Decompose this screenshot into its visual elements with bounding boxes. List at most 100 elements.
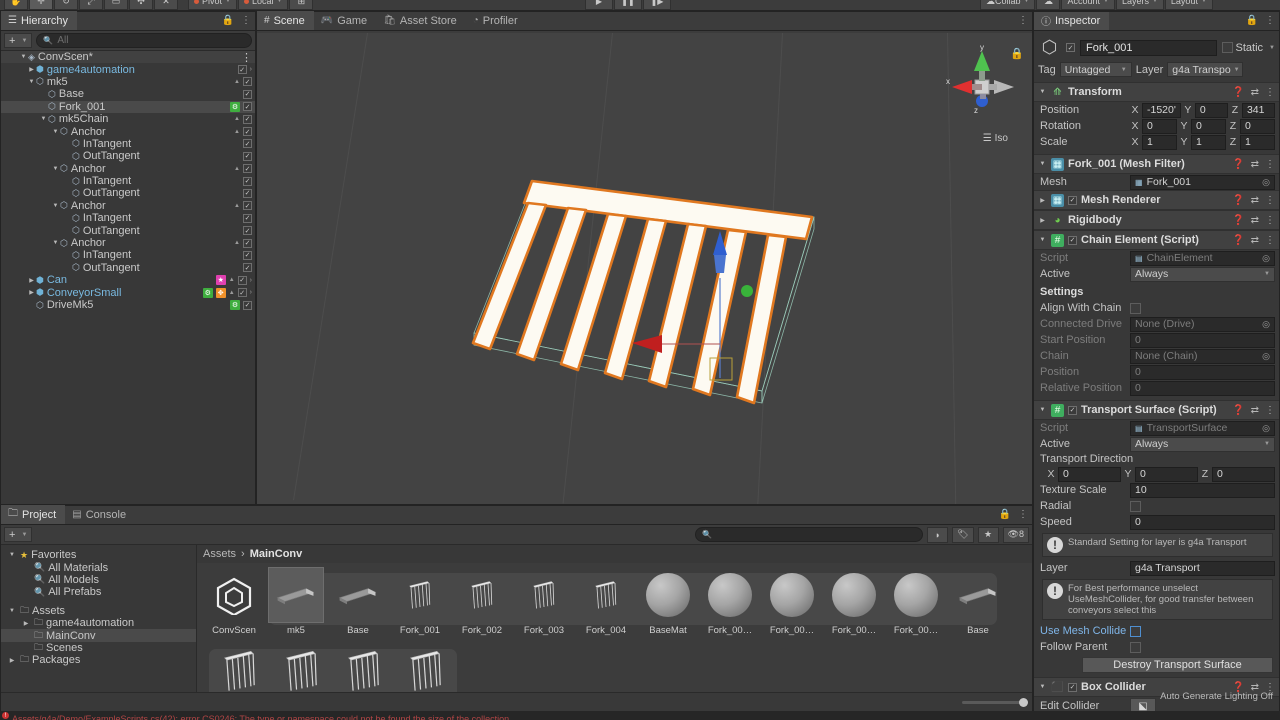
hierarchy-item-anchor[interactable]: ▼ ⬡ Anchor ▲ ✓ bbox=[1, 200, 255, 212]
chevron-right-icon[interactable]: ▶ bbox=[1038, 197, 1047, 204]
hierarchy-item-mk5[interactable]: ▼ ⬡ mk5 ▲ ✓ bbox=[1, 76, 255, 88]
component-header-chain-element[interactable]: ▼ # ✓ Chain Element (Script) ❓ ⇄ ⋮ bbox=[1034, 230, 1279, 250]
asset-thumbnail[interactable] bbox=[640, 567, 696, 623]
project-search-input[interactable]: 🔍 bbox=[695, 527, 924, 542]
chevron-down-icon[interactable]: ▼ bbox=[51, 240, 60, 246]
chain-active-dropdown[interactable]: Always ▼ bbox=[1130, 266, 1275, 282]
hierarchy-item-mk5chain[interactable]: ▼ ⬡ mk5Chain ▲ ✓ bbox=[1, 113, 255, 125]
cloud-button[interactable]: ☁ bbox=[1036, 0, 1061, 10]
asset-thumbnail[interactable] bbox=[950, 567, 1006, 623]
tab-project[interactable]: 🗀 Project bbox=[1, 505, 66, 524]
position-y-input[interactable]: 0 bbox=[1194, 102, 1228, 118]
scale-x-input[interactable]: 1 bbox=[1142, 134, 1177, 150]
breadcrumb-item-mainconv[interactable]: MainConv bbox=[250, 548, 303, 560]
hierarchy-item-active-checkbox[interactable]: ✓ bbox=[243, 89, 252, 99]
lock-icon[interactable]: 🔒 bbox=[999, 509, 1011, 520]
hierarchy-badge-green[interactable]: ⚙ bbox=[230, 300, 240, 310]
asset-item-base[interactable]: Base bbox=[947, 567, 1009, 636]
hierarchy-item-active-checkbox[interactable]: ✓ bbox=[243, 139, 252, 149]
create-asset-button[interactable]: + ▼ bbox=[4, 527, 33, 542]
menu-icon[interactable]: ⋮ bbox=[1265, 405, 1275, 416]
direction-x-input[interactable]: 0 bbox=[1058, 466, 1121, 482]
hierarchy-item-active-checkbox[interactable]: ✓ bbox=[243, 226, 252, 236]
hierarchy-item-fork-001[interactable]: ⬡ Fork_001 ⚙ ✓ bbox=[1, 100, 255, 113]
tab-hierarchy[interactable]: ☰ Hierarchy bbox=[1, 11, 78, 30]
play-button[interactable]: ▶ bbox=[585, 0, 613, 10]
speed-input[interactable]: 0 bbox=[1130, 514, 1275, 530]
hierarchy-tree[interactable]: ▼ ◈ ConvScen* ⋮ ▶ ⬢ game4automation ✓ › ▼ ⬡ mk5… bbox=[1, 51, 255, 523]
texture-scale-input[interactable]: 10 bbox=[1130, 482, 1275, 498]
transport-surface-enabled-checkbox[interactable]: ✓ bbox=[1068, 405, 1077, 415]
prefab-open-arrow-icon[interactable]: › bbox=[250, 277, 252, 284]
preset-icon[interactable]: ⇄ bbox=[1251, 215, 1259, 226]
component-header-mesh-renderer[interactable]: ▶ ▦ ✓ Mesh Renderer ❓ ⇄ ⋮ bbox=[1034, 190, 1279, 210]
scene-lock-icon[interactable]: 🔒 bbox=[1010, 47, 1024, 60]
filter-by-label-button[interactable]: 🏷 bbox=[952, 526, 974, 543]
position-x-input[interactable]: -1520' bbox=[1142, 102, 1181, 118]
preset-icon[interactable]: ⇄ bbox=[1251, 87, 1259, 98]
chevron-down-icon[interactable]: ▼ bbox=[51, 129, 60, 135]
preset-icon[interactable]: ⇄ bbox=[1251, 195, 1259, 206]
help-icon[interactable]: ❓ bbox=[1232, 195, 1244, 206]
pause-button[interactable]: ❚❚ bbox=[614, 0, 642, 10]
tree-fav-all-models[interactable]: 🔍 All Models bbox=[1, 574, 196, 586]
asset-item-fork-004[interactable]: Fork_004 bbox=[575, 567, 637, 636]
tree-favorites[interactable]: ▼ ★ Favorites bbox=[1, 549, 196, 561]
hierarchy-item-active-checkbox[interactable]: ✓ bbox=[243, 213, 252, 223]
asset-item-mk5[interactable]: mk5 bbox=[265, 567, 327, 636]
hierarchy-item-active-checkbox[interactable]: ✓ bbox=[243, 151, 252, 161]
scale-z-input[interactable]: 1 bbox=[1240, 134, 1275, 150]
scene-menu-icon[interactable]: ⋮ bbox=[241, 51, 252, 64]
asset-thumbnail[interactable] bbox=[398, 643, 454, 699]
use-mesh-collider-checkbox[interactable] bbox=[1130, 625, 1141, 637]
help-icon[interactable]: ❓ bbox=[1232, 87, 1244, 98]
custom-tool-button[interactable]: ✕ bbox=[154, 0, 178, 10]
hierarchy-item-anchor[interactable]: ▼ ⬡ Anchor ▲ ✓ bbox=[1, 125, 255, 138]
chevron-right-icon[interactable]: ▶ bbox=[1038, 217, 1047, 224]
move-tool-button[interactable]: ✛ bbox=[29, 0, 53, 10]
object-picker-icon[interactable]: ◎ bbox=[1262, 351, 1270, 362]
pivot-button[interactable]: Pivot ▼ bbox=[188, 0, 237, 10]
chevron-right-icon[interactable]: ▶ bbox=[21, 620, 31, 627]
hierarchy-badge-magenta[interactable]: ★ bbox=[215, 275, 226, 286]
help-icon[interactable]: ❓ bbox=[1232, 215, 1244, 226]
tree-assets[interactable]: ▼ 🗀 Assets bbox=[1, 605, 196, 617]
chevron-right-icon[interactable]: ▶ bbox=[27, 289, 36, 296]
lock-icon[interactable]: 🔒 bbox=[1246, 15, 1258, 26]
grid-snap-button[interactable]: ⊞ bbox=[289, 0, 314, 10]
chain-script-field[interactable]: ▤ ChainElement ◎ bbox=[1130, 250, 1275, 266]
ts-layer-input[interactable]: g4a Transport bbox=[1130, 560, 1275, 576]
ts-script-field[interactable]: ▤ TransportSurface ◎ bbox=[1130, 420, 1275, 436]
filter-favorites-button[interactable]: ★ bbox=[977, 526, 999, 543]
chevron-down-icon[interactable]: ▼ bbox=[1038, 89, 1047, 95]
gameobject-enabled-checkbox[interactable]: ✓ bbox=[1066, 43, 1075, 52]
thumbnail-size-slider[interactable] bbox=[962, 697, 1028, 707]
hierarchy-item-active-checkbox[interactable]: ✓ bbox=[243, 263, 252, 273]
component-header-transform[interactable]: ▼ ⟰ Transform ❓ ⇄ ⋮ bbox=[1034, 82, 1279, 102]
chevron-right-icon[interactable]: ▶ bbox=[7, 657, 17, 664]
status-bar[interactable]: ! Assets/g4a/Demo/ExampleScripts.cs(42):… bbox=[0, 711, 1280, 720]
tab-inspector[interactable]: ⓘ Inspector bbox=[1034, 12, 1110, 30]
fork-model-3d[interactable] bbox=[462, 173, 832, 423]
chevron-down-icon[interactable]: ▼ bbox=[1038, 407, 1047, 413]
position-z-input[interactable]: 341 bbox=[1241, 102, 1275, 118]
tree-packages[interactable]: ▶ 🗀 Packages bbox=[1, 654, 196, 666]
tag-dropdown[interactable]: Untagged ▼ bbox=[1059, 62, 1132, 77]
layer-dropdown[interactable]: g4a Transpo ▼ bbox=[1167, 62, 1244, 77]
chevron-down-icon[interactable]: ▼ bbox=[51, 203, 60, 209]
hierarchy-item-base[interactable]: ⬡ Base ✓ bbox=[1, 88, 255, 100]
destroy-transport-surface-button[interactable]: Destroy Transport Surface bbox=[1082, 657, 1273, 673]
asset-thumbnail[interactable] bbox=[336, 643, 392, 699]
hierarchy-badge-green[interactable]: ⚙ bbox=[230, 101, 240, 112]
tree-folder-game4automation[interactable]: ▶ 🗀 game4automation bbox=[1, 617, 196, 629]
chain-field[interactable]: None (Chain) ◎ bbox=[1130, 348, 1275, 364]
chevron-down-icon[interactable]: ▼ bbox=[1269, 45, 1275, 51]
scene-viewport[interactable]: y x z ☰ Iso 🔒 bbox=[257, 33, 1032, 504]
rect-tool-button[interactable]: ▭ bbox=[104, 0, 128, 10]
static-checkbox[interactable] bbox=[1221, 42, 1233, 53]
hierarchy-item-active-checkbox[interactable]: ✓ bbox=[243, 188, 252, 198]
direction-z-input[interactable]: 0 bbox=[1212, 466, 1275, 482]
prefab-open-arrow-icon[interactable]: › bbox=[250, 66, 252, 73]
scale-tool-button[interactable]: ⤢ bbox=[79, 0, 103, 10]
rotation-z-input[interactable]: 0 bbox=[1240, 118, 1275, 134]
